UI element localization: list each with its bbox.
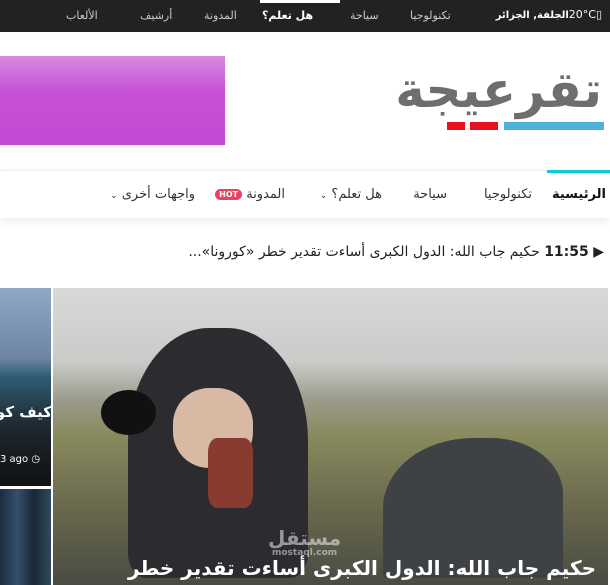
play-icon: ▶ xyxy=(593,244,604,260)
hero-image-camera xyxy=(101,390,156,435)
nav-blog[interactable]: المدونة HOT xyxy=(215,187,285,202)
active-indicator xyxy=(547,170,610,173)
chevron-down-icon: ⌄ xyxy=(110,191,118,201)
weather-widget: ▯ 20°C الجلفة, الجزائر xyxy=(496,8,602,21)
top-link-archive[interactable]: أرشيف xyxy=(140,9,172,22)
ticker-headline[interactable]: حكيم جاب الله: الدول الكبرى أساءت تقدير … xyxy=(188,244,539,260)
top-link-blog[interactable]: المدونة xyxy=(204,9,237,22)
label: المدونة xyxy=(246,187,285,202)
top-link-didyouknow[interactable]: هل تعلم؟ xyxy=(262,9,313,22)
active-indicator xyxy=(260,0,340,3)
top-link-tourism[interactable]: سياحة xyxy=(350,9,379,22)
logo-bar-red xyxy=(447,122,465,130)
weather-icon: ▯ xyxy=(595,8,602,21)
logo-text: تقرعيجة xyxy=(395,61,603,119)
nav-didyouknow[interactable]: هل تعلم؟ ⌄ xyxy=(320,187,382,202)
watermark: مستقل mostaql.com xyxy=(268,528,341,558)
main-nav: الرئيسية تكنولوجيا سياحة هل تعلم؟ ⌄ المد… xyxy=(0,170,610,218)
news-ticker[interactable]: ▶ 11:55 حكيم جاب الله: الدول الكبرى أساء… xyxy=(188,244,604,260)
location: الجلفة, الجزائر xyxy=(495,10,569,21)
hot-badge: HOT xyxy=(215,189,243,200)
clock-icon: ◷ xyxy=(31,454,41,465)
unit: °C xyxy=(582,8,596,21)
top-link-tech[interactable]: تكنولوجيا xyxy=(410,9,451,22)
nav-other[interactable]: واجهات أخرى ⌄ xyxy=(110,187,195,202)
top-bar: ▯ 20°C الجلفة, الجزائر تكنولوجيا سياحة هل … xyxy=(0,0,610,32)
side-article[interactable]: كيف كورونا 3 ago ◷ xyxy=(0,288,51,486)
label: هل تعلم؟ xyxy=(331,187,382,202)
side-article-meta: 3 ago ◷ xyxy=(0,454,40,465)
side-article-2[interactable] xyxy=(0,489,51,585)
logo-bar-blue xyxy=(504,122,604,130)
featured-title[interactable]: حكيم جاب الله: الدول الكبرى أساءت تقدير … xyxy=(128,556,596,580)
top-link-games[interactable]: الألعاب xyxy=(66,9,98,22)
chevron-down-icon: ⌄ xyxy=(319,191,328,201)
temp: 20 xyxy=(568,8,583,21)
side-article-title[interactable]: كيف كورونا xyxy=(0,401,51,423)
watermark-text: مستقل xyxy=(268,526,342,550)
logo-bar-red xyxy=(470,122,498,130)
ad-banner[interactable] xyxy=(0,56,225,145)
time-ago: 3 ago xyxy=(0,454,29,465)
nav-home[interactable]: الرئيسية xyxy=(552,187,606,202)
ticker-time: 11:55 xyxy=(544,244,589,260)
label: واجهات أخرى xyxy=(121,187,195,202)
featured-article[interactable]: مستقل mostaql.com حكيم جاب الله: الدول ال… xyxy=(53,288,608,585)
nav-tourism[interactable]: سياحة xyxy=(413,187,447,202)
nav-tech[interactable]: تكنولوجيا xyxy=(484,187,532,202)
site-logo[interactable]: تقرعيجة xyxy=(395,62,610,132)
hero-image-scarf xyxy=(208,438,253,508)
